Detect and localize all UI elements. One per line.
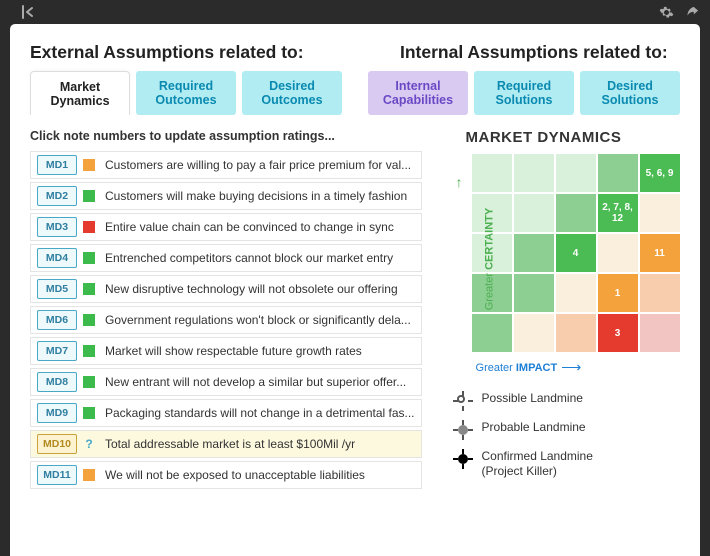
assumption-code-button[interactable]: MD6 <box>37 310 77 330</box>
landmine-prob-icon <box>454 421 472 439</box>
chart-cell[interactable] <box>640 274 680 312</box>
legend-label: Possible Landmine <box>482 391 583 406</box>
assumption-code-button[interactable]: MD4 <box>37 248 77 268</box>
chart-cell[interactable] <box>556 154 596 192</box>
chart-cell[interactable] <box>598 234 638 272</box>
tabgroup-internal: Internal Capabilities Required Solutions… <box>368 71 680 115</box>
chart-cell[interactable]: 11 <box>640 234 680 272</box>
assumption-text: Entire value chain can be convinced to c… <box>105 220 421 234</box>
status-green-icon <box>83 283 95 295</box>
assumption-code-button[interactable]: MD9 <box>37 403 77 423</box>
assumption-row: MD7 Market will show respectable future g… <box>30 337 422 365</box>
assumption-row: MD1 Customers are willing to pay a fair p… <box>30 151 422 179</box>
assumption-code-button[interactable]: MD11 <box>37 465 77 485</box>
assumption-row: MD9 Packaging standards will not change i… <box>30 399 422 427</box>
chart-x-arrow-icon: ⟶ <box>561 359 581 375</box>
share-icon[interactable] <box>684 4 700 20</box>
chart-cell[interactable] <box>598 154 638 192</box>
status-green-icon <box>83 407 95 419</box>
tab-market-dynamics[interactable]: Market Dynamics <box>30 71 130 115</box>
legend-label: Confirmed Landmine(Project Killer) <box>482 449 593 479</box>
chart-cell[interactable]: 5, 6, 9 <box>640 154 680 192</box>
assumption-code-button[interactable]: MD1 <box>37 155 77 175</box>
landmine-poss-icon <box>454 392 472 410</box>
tab-required-outcomes[interactable]: Required Outcomes <box>136 71 236 115</box>
assumption-row: MD11 We will not be exposed to unacceptab… <box>30 461 422 489</box>
heading-internal: Internal Assumptions related to: <box>370 42 680 63</box>
chart-y-arrow-icon: ↑ <box>456 174 463 190</box>
chart-cell[interactable] <box>556 314 596 352</box>
assumption-text: Total addressable market is at least $10… <box>105 437 421 451</box>
assumption-text: New entrant will not develop a similar b… <box>105 375 421 389</box>
status-green-icon <box>83 252 95 264</box>
assumption-text: Government regulations won't block or si… <box>105 313 421 327</box>
assumption-row: MD2 Customers will make buying decisions … <box>30 182 422 210</box>
assumption-code-button[interactable]: MD2 <box>37 186 77 206</box>
chart-cell[interactable]: 1 <box>598 274 638 312</box>
assumption-code-button[interactable]: MD5 <box>37 279 77 299</box>
status-green-icon <box>83 190 95 202</box>
chart: Greater CERTAINTY ↑ 5, 6, 92, 7, 8, 1241… <box>452 154 682 375</box>
assumption-row: MD8 New entrant will not develop a simila… <box>30 368 422 396</box>
status-green-icon <box>83 345 95 357</box>
legend-label: Probable Landmine <box>482 420 586 435</box>
assumption-code-button[interactable]: MD3 <box>37 217 77 237</box>
chart-cell[interactable]: 2, 7, 8, 12 <box>598 194 638 232</box>
assumption-row: MD3 Entire value chain can be convinced t… <box>30 213 422 241</box>
assumption-text: Customers will make buying decisions in … <box>105 189 421 203</box>
chart-cell[interactable] <box>640 314 680 352</box>
assumption-row: MD10? Total addressable market is at leas… <box>30 430 422 458</box>
assumption-text: New disruptive technology will not obsol… <box>105 282 421 296</box>
tab-internal-capabilities[interactable]: Internal Capabilities <box>368 71 468 115</box>
page: External Assumptions related to: Interna… <box>10 24 700 556</box>
assumption-code-button[interactable]: MD8 <box>37 372 77 392</box>
chart-cell[interactable] <box>556 194 596 232</box>
chart-cell[interactable] <box>556 274 596 312</box>
tab-desired-outcomes[interactable]: Desired Outcomes <box>242 71 342 115</box>
status-green-icon <box>83 376 95 388</box>
assumption-text: We will not be exposed to unacceptable l… <box>105 468 421 482</box>
assumption-text: Customers are willing to pay a fair pric… <box>105 158 421 172</box>
legend-row: Possible Landmine <box>454 391 682 410</box>
status-unknown-icon: ? <box>83 437 95 451</box>
landmine-conf-icon <box>454 450 472 468</box>
chart-cell[interactable]: 3 <box>598 314 638 352</box>
tab-strip: Market Dynamics Required Outcomes Desire… <box>30 71 680 115</box>
legend-row: Confirmed Landmine(Project Killer) <box>454 449 682 479</box>
assumption-row: MD6 Government regulations won't block or… <box>30 306 422 334</box>
tab-required-solutions[interactable]: Required Solutions <box>474 71 574 115</box>
chart-y-axis-label: Greater CERTAINTY <box>438 164 541 354</box>
assumption-row: MD4 Entrenched competitors cannot block o… <box>30 244 422 272</box>
dock-left-icon[interactable] <box>20 4 36 20</box>
tabgroup-external: Market Dynamics Required Outcomes Desire… <box>30 71 342 115</box>
status-green-icon <box>83 314 95 326</box>
chart-legend: Possible Landmine Probable Landmine Confir… <box>454 391 682 479</box>
chart-cell[interactable]: 4 <box>556 234 596 272</box>
tab-desired-solutions[interactable]: Desired Solutions <box>580 71 680 115</box>
assumption-code-button[interactable]: MD10 <box>37 434 77 454</box>
status-orange-icon <box>83 469 95 481</box>
assumption-list: MD1 Customers are willing to pay a fair p… <box>30 151 422 489</box>
instruction-text: Click note numbers to update assumption … <box>30 129 422 143</box>
assumption-code-button[interactable]: MD7 <box>37 341 77 361</box>
assumption-text: Packaging standards will not change in a… <box>105 406 421 420</box>
assumption-row: MD5 New disruptive technology will not ob… <box>30 275 422 303</box>
assumption-text: Entrenched competitors cannot block our … <box>105 251 421 265</box>
chart-x-axis-label: Greater IMPACT⟶ <box>476 358 682 375</box>
heading-external: External Assumptions related to: <box>30 42 370 63</box>
gear-icon[interactable] <box>658 4 674 20</box>
status-red-icon <box>83 221 95 233</box>
assumption-text: Market will show respectable future grow… <box>105 344 421 358</box>
chart-title: MARKET DYNAMICS <box>440 129 682 146</box>
chart-cell[interactable] <box>640 194 680 232</box>
legend-row: Probable Landmine <box>454 420 682 439</box>
status-orange-icon <box>83 159 95 171</box>
